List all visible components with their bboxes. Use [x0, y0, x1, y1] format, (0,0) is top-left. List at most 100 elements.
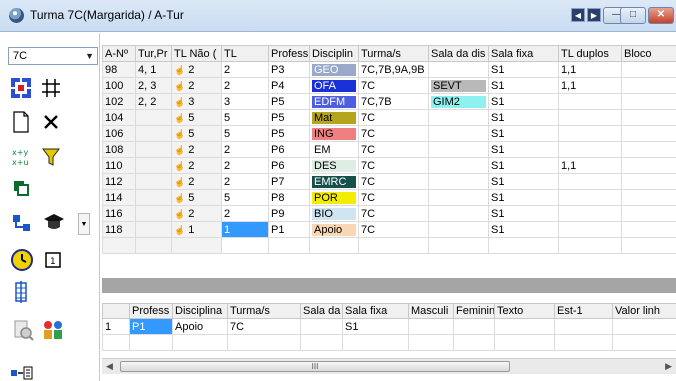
grid-splitter[interactable] — [102, 278, 676, 293]
subject-cell[interactable]: Mat — [309, 109, 359, 126]
scrollbar-thumb[interactable]: III — [120, 361, 510, 372]
double-tl-cell[interactable]: 1,1 — [558, 157, 622, 174]
double-tl-cell[interactable] — [558, 189, 622, 206]
fixed-room-cell[interactable]: S1 — [488, 77, 559, 94]
double-tl-cell[interactable]: 1,1 — [558, 61, 622, 78]
lesson-number-cell[interactable]: 116 — [102, 205, 136, 222]
subject-cell[interactable]: EMRC — [309, 173, 359, 190]
empty-cell[interactable] — [102, 237, 136, 254]
empty-cell[interactable] — [488, 237, 559, 254]
empty-cell[interactable] — [428, 237, 489, 254]
subject-room-cell[interactable] — [428, 221, 489, 238]
lesson-number-cell[interactable]: 102 — [102, 93, 136, 110]
classes-cell[interactable]: 7C — [358, 77, 429, 94]
tl-not-placed-cell[interactable]: ☝ 2 — [171, 61, 222, 78]
calendar-icon[interactable]: 1 — [44, 251, 62, 269]
column-header[interactable]: TL duplos — [558, 45, 622, 62]
subject-cell[interactable]: ING — [309, 125, 359, 142]
empty-row[interactable] — [102, 334, 676, 351]
tl-cell[interactable]: 2 — [221, 61, 269, 78]
column-header[interactable]: Sala da dis — [428, 45, 489, 62]
empty-cell[interactable] — [309, 237, 359, 254]
tl-cell[interactable]: 2 — [221, 157, 269, 174]
lesson-number-cell[interactable]: 110 — [102, 157, 136, 174]
lesson-number-cell[interactable]: 112 — [102, 173, 136, 190]
tl-cell[interactable]: 2 — [221, 173, 269, 190]
swap-icon[interactable]: x+y x+u — [12, 147, 32, 167]
teacher-cell[interactable]: P5 — [268, 93, 310, 110]
column-header[interactable]: Valor linh — [612, 303, 676, 319]
next-icon[interactable]: ▶ — [587, 8, 601, 22]
subject-room-cell[interactable] — [428, 125, 489, 142]
lesson-number-cell[interactable]: 108 — [102, 141, 136, 158]
tl-cell[interactable]: 5 — [221, 125, 269, 142]
teacher-dropdown-chevron-icon[interactable]: ▼ — [78, 213, 90, 235]
classes-cell[interactable]: 7C,7B — [358, 93, 429, 110]
fixed-room-cell[interactable]: S1 — [488, 173, 559, 190]
column-header[interactable]: Bloco — [621, 45, 676, 62]
teacher-cell[interactable]: P3 — [268, 61, 310, 78]
subject-cell[interactable]: EM — [309, 141, 359, 158]
empty-cell[interactable] — [453, 334, 495, 351]
classes-cell[interactable]: 7C — [358, 157, 429, 174]
table-row[interactable]: 112 ☝ 2 2 P7 EMRC 7C S1 — [102, 173, 676, 190]
double-tl-cell[interactable] — [558, 109, 622, 126]
table-row[interactable]: 1 P1 Apoio 7C S1 — [102, 318, 676, 335]
tl-not-placed-cell[interactable]: ☝ 5 — [171, 189, 222, 206]
delete-icon[interactable] — [42, 113, 60, 131]
double-tl-cell[interactable] — [558, 93, 622, 110]
teacher-cell[interactable]: P5 — [268, 109, 310, 126]
subject-room-cell[interactable] — [428, 61, 489, 78]
subject-cell[interactable]: Apoio — [172, 318, 228, 335]
column-header[interactable]: Masculi — [408, 303, 454, 319]
fixed-room-cell[interactable]: S1 — [488, 61, 559, 78]
empty-cell[interactable] — [227, 334, 301, 351]
subject-cell[interactable]: GEO — [309, 61, 359, 78]
scroll-left-icon[interactable]: ◀ — [106, 361, 113, 372]
empty-cell[interactable] — [358, 237, 429, 254]
double-tl-cell[interactable] — [558, 141, 622, 158]
scroll-right-icon[interactable]: ▶ — [665, 361, 672, 372]
subject-room-cell[interactable] — [428, 173, 489, 190]
close-button[interactable]: ✕ — [648, 7, 674, 24]
block-cell[interactable] — [621, 93, 676, 110]
column-header[interactable]: Turma/s — [227, 303, 301, 319]
tl-cell[interactable]: 5 — [221, 189, 269, 206]
class-select[interactable]: 7C ▼ — [8, 47, 98, 65]
column-header[interactable]: Disciplina — [172, 303, 228, 319]
turn-cell[interactable] — [135, 189, 172, 206]
subject-room-cell[interactable] — [428, 109, 489, 126]
classes-cell[interactable]: 7C — [358, 189, 429, 206]
clock-icon[interactable] — [10, 248, 34, 272]
male-cell[interactable] — [408, 318, 454, 335]
column-header[interactable]: Sala fixa — [342, 303, 409, 319]
column-header[interactable]: Profess — [268, 45, 310, 62]
export-icon[interactable] — [10, 366, 34, 380]
table-row[interactable]: 116 ☝ 2 2 P9 BIO 7C S1 — [102, 205, 676, 222]
column-header[interactable]: Sala fixa — [488, 45, 559, 62]
subject-cell[interactable]: OFA — [309, 77, 359, 94]
turn-cell[interactable] — [135, 205, 172, 222]
table-row[interactable]: 106 ☝ 5 5 P5 ING 7C S1 — [102, 125, 676, 142]
column-header[interactable]: TL — [221, 45, 269, 62]
classes-cell[interactable]: 7C,7B,9A,9B — [358, 61, 429, 78]
tl-not-placed-cell[interactable]: ☝ 2 — [171, 141, 222, 158]
subject-room-cell[interactable] — [428, 205, 489, 222]
hierarchy-icon[interactable] — [12, 213, 32, 233]
classes-cell[interactable]: 7C — [227, 318, 301, 335]
subject-room-cell[interactable] — [428, 189, 489, 206]
column-header[interactable]: Est-1 — [554, 303, 613, 319]
turn-cell[interactable]: 2, 3 — [135, 77, 172, 94]
row-number-cell[interactable]: 1 — [102, 318, 130, 335]
empty-cell[interactable] — [129, 334, 173, 351]
lesson-number-cell[interactable]: 104 — [102, 109, 136, 126]
empty-cell[interactable] — [621, 237, 676, 254]
table-row[interactable]: 102 2, 2 ☝ 3 3 P5 EDFM 7C,7B GIM2 S1 — [102, 93, 676, 110]
tl-not-placed-cell[interactable]: ☝ 2 — [171, 77, 222, 94]
teacher-cell[interactable]: P6 — [268, 141, 310, 158]
lesson-number-cell[interactable]: 114 — [102, 189, 136, 206]
horizontal-scrollbar[interactable]: ◀ III ▶ — [102, 358, 676, 374]
table-row[interactable]: 98 4, 1 ☝ 2 2 P3 GEO 7C,7B,9A,9B S1 1,1 — [102, 61, 676, 78]
table-row[interactable]: 118 ☝ 1 1 P1 Apoio 7C S1 — [102, 221, 676, 238]
empty-cell[interactable] — [342, 334, 409, 351]
